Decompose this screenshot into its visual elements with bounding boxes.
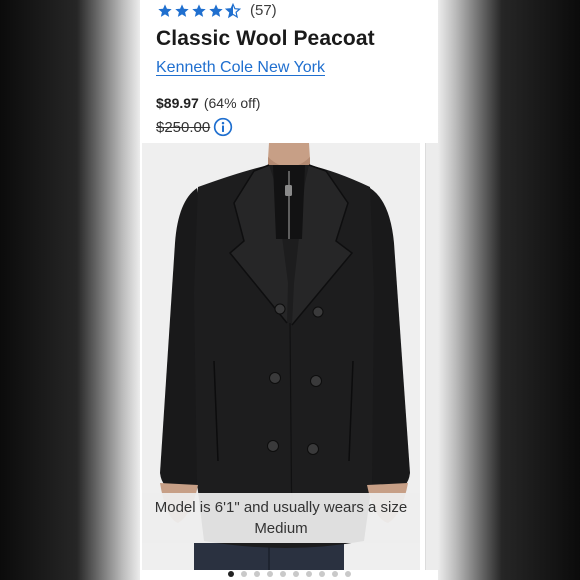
carousel-dot[interactable] <box>344 571 351 577</box>
original-price: $250.00 <box>156 118 211 136</box>
model-caption-box: Model is 6'1" and usually wears a size M… <box>142 493 420 543</box>
carousel-dot[interactable] <box>227 571 234 577</box>
info-icon[interactable] <box>213 117 233 137</box>
carousel-dot[interactable] <box>279 571 286 577</box>
product-image-carousel[interactable]: Model is 6'1" and usually wears a size M… <box>142 143 420 570</box>
discount-label: (64% off) <box>203 95 261 111</box>
price-row: $89.97 (64% off) <box>156 95 260 111</box>
carousel-dot[interactable] <box>331 571 338 577</box>
product-title: Classic Wool Peacoat <box>156 27 375 50</box>
star-icon <box>175 3 189 17</box>
carousel-dot[interactable] <box>240 571 247 577</box>
star-icon <box>192 3 206 17</box>
model-caption: Model is 6'1" and usually wears a size M… <box>154 499 408 537</box>
carousel-dot[interactable] <box>266 571 273 577</box>
blurred-backdrop-right <box>438 0 580 580</box>
rating-row[interactable]: (57) <box>157 2 277 19</box>
carousel-dot[interactable] <box>292 571 299 577</box>
star-icon <box>209 3 223 17</box>
brand-link[interactable]: Kenneth Cole New York <box>156 59 325 77</box>
carousel-dot[interactable] <box>318 571 325 577</box>
carousel-dot[interactable] <box>253 571 260 577</box>
star-rating <box>157 2 241 19</box>
carousel-dot[interactable] <box>305 571 312 577</box>
sale-price: $89.97 <box>156 95 199 111</box>
original-price-row: $250.00 <box>156 117 233 137</box>
carousel-dots <box>140 571 438 577</box>
next-image-peek[interactable] <box>425 143 438 570</box>
review-count[interactable]: (57) <box>250 2 277 19</box>
star-icon <box>158 3 172 17</box>
product-page: (57) Classic Wool Peacoat Kenneth Cole N… <box>140 0 438 580</box>
blurred-backdrop-left <box>0 0 140 580</box>
half-star-icon <box>225 2 241 18</box>
